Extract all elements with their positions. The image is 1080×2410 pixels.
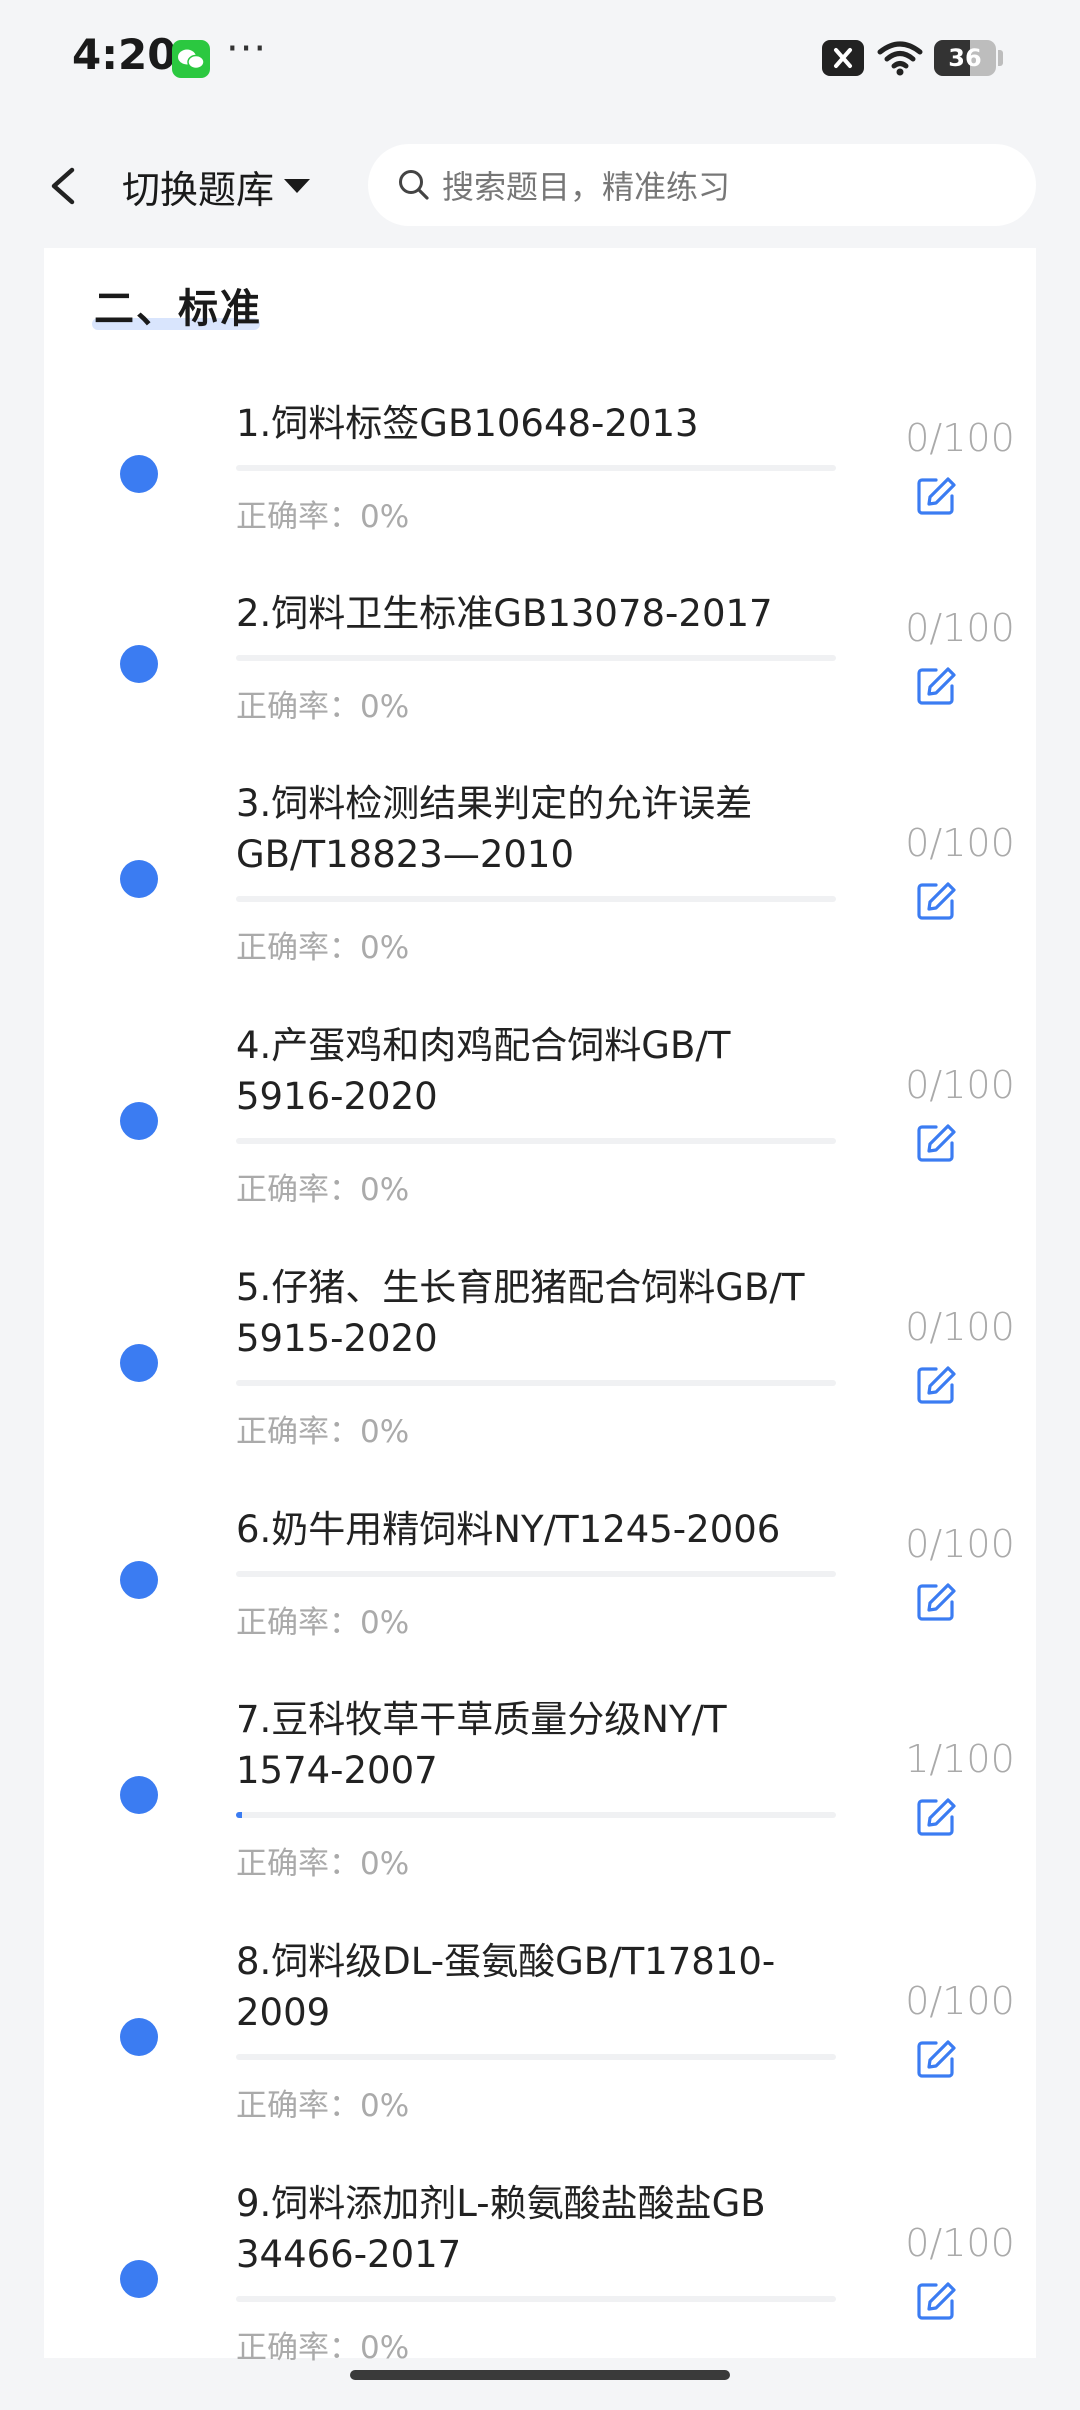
progress-count: 0/100 <box>905 1521 1015 1566</box>
status-dot <box>120 1102 158 1140</box>
status-dot <box>120 1776 158 1814</box>
accuracy-text: 正确率：0% <box>236 1414 410 1450</box>
chapter-title: 8.饲料级DL-蛋氨酸GB/T17810-2009 <box>236 1940 776 2034</box>
edit-icon[interactable] <box>914 1363 958 1407</box>
progress-bar <box>236 2296 836 2302</box>
edit-icon[interactable] <box>914 1121 958 1165</box>
status-dot <box>120 2018 158 2056</box>
accuracy-text: 正确率：0% <box>236 930 410 966</box>
status-dot <box>120 860 158 898</box>
chapter-title: 4.产蛋鸡和肉鸡配合饲料GB/T 5916-2020 <box>236 1024 731 1118</box>
chapter-title: 3.饲料检测结果判定的允许误差GB/T18823—2010 <box>236 782 753 876</box>
battery-level: 36 <box>948 44 982 72</box>
chapter-item[interactable]: 6.奶牛用精饲料NY/T1245-2006 正确率：0% 0/100 <box>44 1504 1036 1685</box>
switch-bank-label: 切换题库 <box>122 167 275 212</box>
progress-bar <box>236 465 836 471</box>
progress-count: 0/100 <box>905 605 1015 650</box>
accuracy-text: 正确率：0% <box>236 1846 410 1882</box>
progress-count: 0/100 <box>905 2221 1015 2265</box>
accuracy-text: 正确率：0% <box>236 2088 410 2124</box>
chapter-item[interactable]: 7.豆科牧草干草质量分级NY/T 1574-2007 正确率：0% 1/100 <box>44 1694 1036 1926</box>
progress-count: 0/100 <box>905 1979 1015 2023</box>
chapter-item[interactable]: 2.饲料卫生标准GB13078-2017 正确率：0% 0/100 <box>44 588 1036 769</box>
edit-icon[interactable] <box>914 879 958 923</box>
search-icon <box>399 170 429 200</box>
progress-bar <box>236 1380 836 1386</box>
edit-icon[interactable] <box>914 2279 958 2323</box>
chapter-item[interactable]: 5.仔猪、生长育肥猪配合饲料GB/T 5915-2020 正确率：0% 0/100 <box>44 1262 1036 1494</box>
status-dot <box>120 454 158 493</box>
accuracy-text: 正确率：0% <box>236 1605 410 1641</box>
progress-bar <box>236 2054 836 2060</box>
chevron-left-icon <box>51 167 75 205</box>
status-dot <box>120 1560 158 1599</box>
chapter-title: 2.饲料卫生标准GB13078-2017 <box>236 592 773 635</box>
back-button[interactable] <box>40 156 90 216</box>
chapter-item[interactable]: 4.产蛋鸡和肉鸡配合饲料GB/T 5916-2020 正确率：0% 0/100 <box>44 1020 1036 1252</box>
caret-down-icon <box>284 179 311 193</box>
section-title: 二、标准 <box>94 286 262 332</box>
accuracy-text: 正确率：0% <box>236 2330 410 2366</box>
edit-icon[interactable] <box>914 474 958 518</box>
accuracy-text: 正确率：0% <box>236 499 410 535</box>
wechat-icon <box>172 40 210 78</box>
progress-count: 0/100 <box>905 821 1015 865</box>
progress-fill <box>236 1812 242 1818</box>
switch-question-bank-button[interactable]: 切换题库 <box>122 156 311 216</box>
battery-icon: 36 <box>934 40 996 76</box>
status-dot <box>120 2260 158 2298</box>
progress-bar <box>236 1571 836 1577</box>
progress-count: 0/100 <box>905 1063 1015 1107</box>
progress-bar <box>236 1138 836 1144</box>
chapter-title: 5.仔猪、生长育肥猪配合饲料GB/T 5915-2020 <box>236 1266 805 1360</box>
accuracy-text: 正确率：0% <box>236 689 410 725</box>
edit-icon[interactable] <box>914 1795 958 1839</box>
progress-count: 0/100 <box>905 415 1015 460</box>
chapter-item[interactable]: 8.饲料级DL-蛋氨酸GB/T17810-2009 正确率：0% 0/100 <box>44 1936 1036 2168</box>
search-placeholder: 搜索题目，精准练习 <box>442 168 731 206</box>
chapter-item[interactable]: 1.饲料标签GB10648-2013 正确率：0% 0/100 <box>44 398 1036 579</box>
chapter-title: 1.饲料标签GB10648-2013 <box>236 402 699 445</box>
top-header: 切换题库 搜索题目，精准练习 <box>0 118 1080 248</box>
search-input[interactable]: 搜索题目，精准练习 <box>368 144 1036 226</box>
edit-icon[interactable] <box>914 664 958 708</box>
progress-bar <box>236 1812 836 1818</box>
progress-count: 1/100 <box>905 1737 1015 1781</box>
wifi-icon <box>876 38 924 82</box>
edit-icon[interactable] <box>914 1580 958 1624</box>
progress-count: 0/100 <box>905 1305 1015 1349</box>
progress-bar <box>236 896 836 902</box>
close-notification-icon <box>822 40 864 76</box>
edit-icon[interactable] <box>914 2037 958 2081</box>
chapter-item[interactable]: 3.饲料检测结果判定的允许误差GB/T18823—2010 正确率：0% 0/100 <box>44 778 1036 1010</box>
status-dot <box>120 644 158 683</box>
more-notifications-icon: ··· <box>226 26 268 72</box>
chapter-title: 6.奶牛用精饲料NY/T1245-2006 <box>236 1508 781 1551</box>
home-indicator[interactable] <box>350 2370 730 2380</box>
chapter-title: 9.饲料添加剂L-赖氨酸盐酸盐GB 34466-2017 <box>236 2182 766 2276</box>
chapter-title: 7.豆科牧草干草质量分级NY/T 1574-2007 <box>236 1698 727 1792</box>
progress-bar <box>236 655 836 661</box>
status-time: 4:20 <box>72 30 177 79</box>
accuracy-text: 正确率：0% <box>236 1172 410 1208</box>
question-bank-card: 二、标准 1.饲料标签GB10648-2013 正确率：0% 0/100 2.饲料卫生… <box>44 248 1036 2366</box>
status-dot <box>120 1344 158 1382</box>
status-bar: 4:20 ··· 36 <box>0 0 1080 118</box>
